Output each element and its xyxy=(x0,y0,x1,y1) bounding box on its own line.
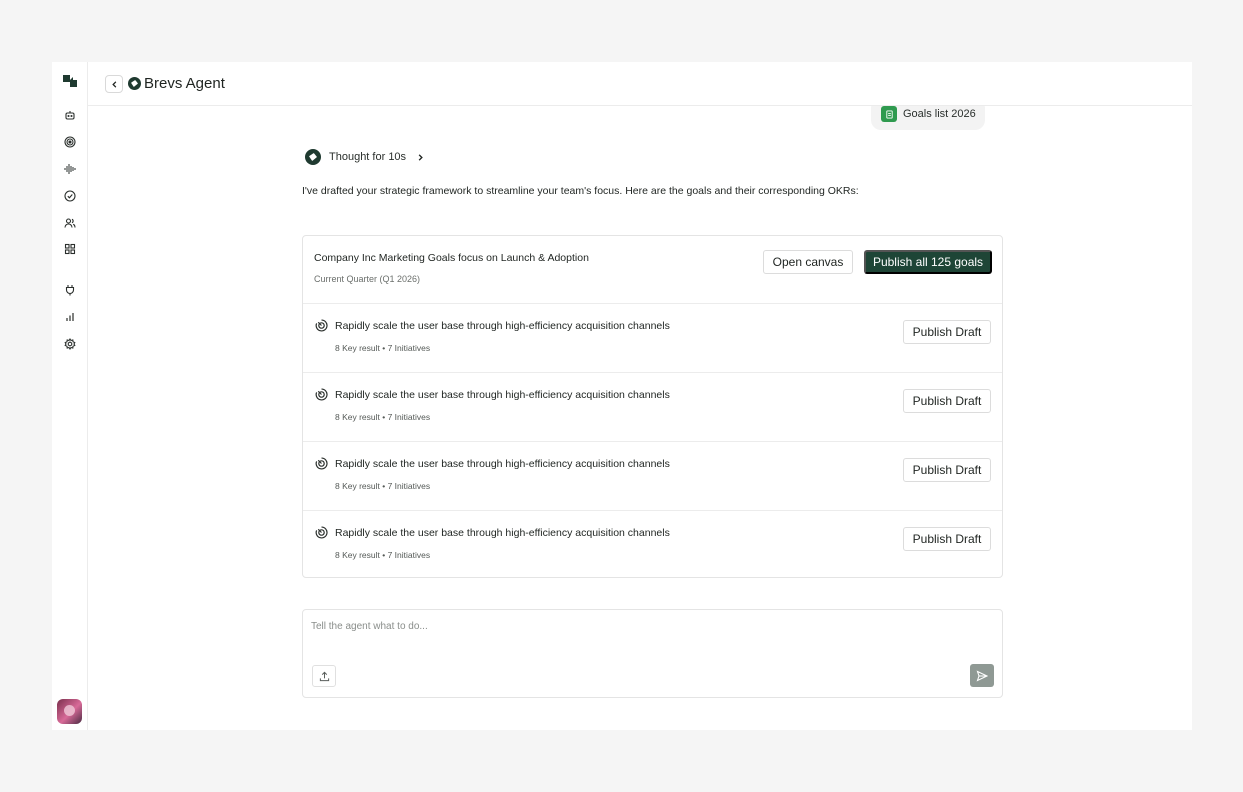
goals-card-subtitle: Current Quarter (Q1 2026) xyxy=(314,274,421,284)
target-icon xyxy=(64,136,76,148)
goal-progress-icon xyxy=(315,319,328,332)
goal-title: Rapidly scale the user base through high… xyxy=(335,527,670,539)
header: Brevs Agent xyxy=(88,62,1192,106)
publish-draft-button[interactable]: Publish Draft xyxy=(903,389,991,413)
publish-draft-button[interactable]: Publish Draft xyxy=(903,458,991,482)
goal-title: Rapidly scale the user base through high… xyxy=(335,458,670,470)
composer xyxy=(302,609,1003,698)
goal-progress-icon xyxy=(315,388,328,401)
sidebar-item-integrations[interactable] xyxy=(61,281,79,299)
sidebar-item-voice[interactable] xyxy=(61,160,79,178)
agent-message: I've drafted your strategic framework to… xyxy=(302,185,859,197)
page-title: Brevs Agent xyxy=(144,75,225,92)
sidebar-item-people[interactable] xyxy=(61,214,79,232)
thought-label: Thought for 10s xyxy=(329,151,407,163)
goal-progress-icon xyxy=(315,457,328,470)
spreadsheet-icon xyxy=(881,106,897,122)
upload-icon xyxy=(319,671,329,681)
goal-row[interactable]: Rapidly scale the user base through high… xyxy=(303,442,1002,511)
chevron-right-icon xyxy=(418,153,423,161)
sidebar-item-agent[interactable] xyxy=(61,106,79,124)
users-icon xyxy=(64,218,76,228)
check-circle-icon xyxy=(64,190,76,202)
settings-icon xyxy=(64,338,76,350)
goals-card-header: Company Inc Marketing Goals focus on Lau… xyxy=(303,236,1002,304)
publish-draft-button[interactable]: Publish Draft xyxy=(903,320,991,344)
send-icon xyxy=(976,669,988,682)
plug-icon xyxy=(65,285,75,296)
goal-meta: 8 Key result • 7 Initiatives xyxy=(335,550,431,560)
goal-meta: 8 Key result • 7 Initiatives xyxy=(335,343,431,353)
open-canvas-button[interactable]: Open canvas xyxy=(763,250,853,274)
goals-card: Company Inc Marketing Goals focus on Lau… xyxy=(302,235,1003,578)
sidebar-item-tasks[interactable] xyxy=(61,187,79,205)
goal-row[interactable]: Rapidly scale the user base through high… xyxy=(303,511,1002,580)
sidebar-item-apps[interactable] xyxy=(61,240,79,258)
grid-icon xyxy=(64,243,76,255)
goals-card-title: Company Inc Marketing Goals focus on Lau… xyxy=(314,252,589,264)
goal-row[interactable]: Rapidly scale the user base through high… xyxy=(303,304,1002,373)
goal-row[interactable]: Rapidly scale the user base through high… xyxy=(303,373,1002,442)
chevron-left-icon xyxy=(111,80,116,88)
thought-toggle[interactable]: Thought for 10s xyxy=(305,149,425,165)
avatar[interactable] xyxy=(57,699,82,724)
sidebar-item-goals[interactable] xyxy=(61,133,79,151)
bar-chart-icon xyxy=(66,313,74,321)
app-window: Brevs Agent Goals list 2026 Thought for … xyxy=(52,62,1192,730)
goal-title: Rapidly scale the user base through high… xyxy=(335,320,670,332)
bot-icon xyxy=(65,111,75,120)
brevs-logo-icon[interactable] xyxy=(60,71,80,91)
audio-waveform-icon xyxy=(64,164,76,174)
publish-draft-button[interactable]: Publish Draft xyxy=(903,527,991,551)
sidebar-item-settings[interactable] xyxy=(61,335,79,353)
sidebar-item-analytics[interactable] xyxy=(61,308,79,326)
message-input[interactable] xyxy=(311,621,911,632)
goal-title: Rapidly scale the user base through high… xyxy=(335,389,670,401)
goal-progress-icon xyxy=(315,526,328,539)
agent-icon xyxy=(128,77,141,90)
upload-button[interactable] xyxy=(312,665,336,687)
send-button[interactable] xyxy=(970,664,994,687)
publish-all-button[interactable]: Publish all 125 goals xyxy=(864,250,992,274)
sidebar xyxy=(52,62,88,730)
back-button[interactable] xyxy=(105,75,123,93)
agent-icon xyxy=(305,149,321,165)
attachment-label: Goals list 2026 xyxy=(903,108,976,120)
goal-meta: 8 Key result • 7 Initiatives xyxy=(335,412,431,422)
goal-meta: 8 Key result • 7 Initiatives xyxy=(335,481,431,491)
